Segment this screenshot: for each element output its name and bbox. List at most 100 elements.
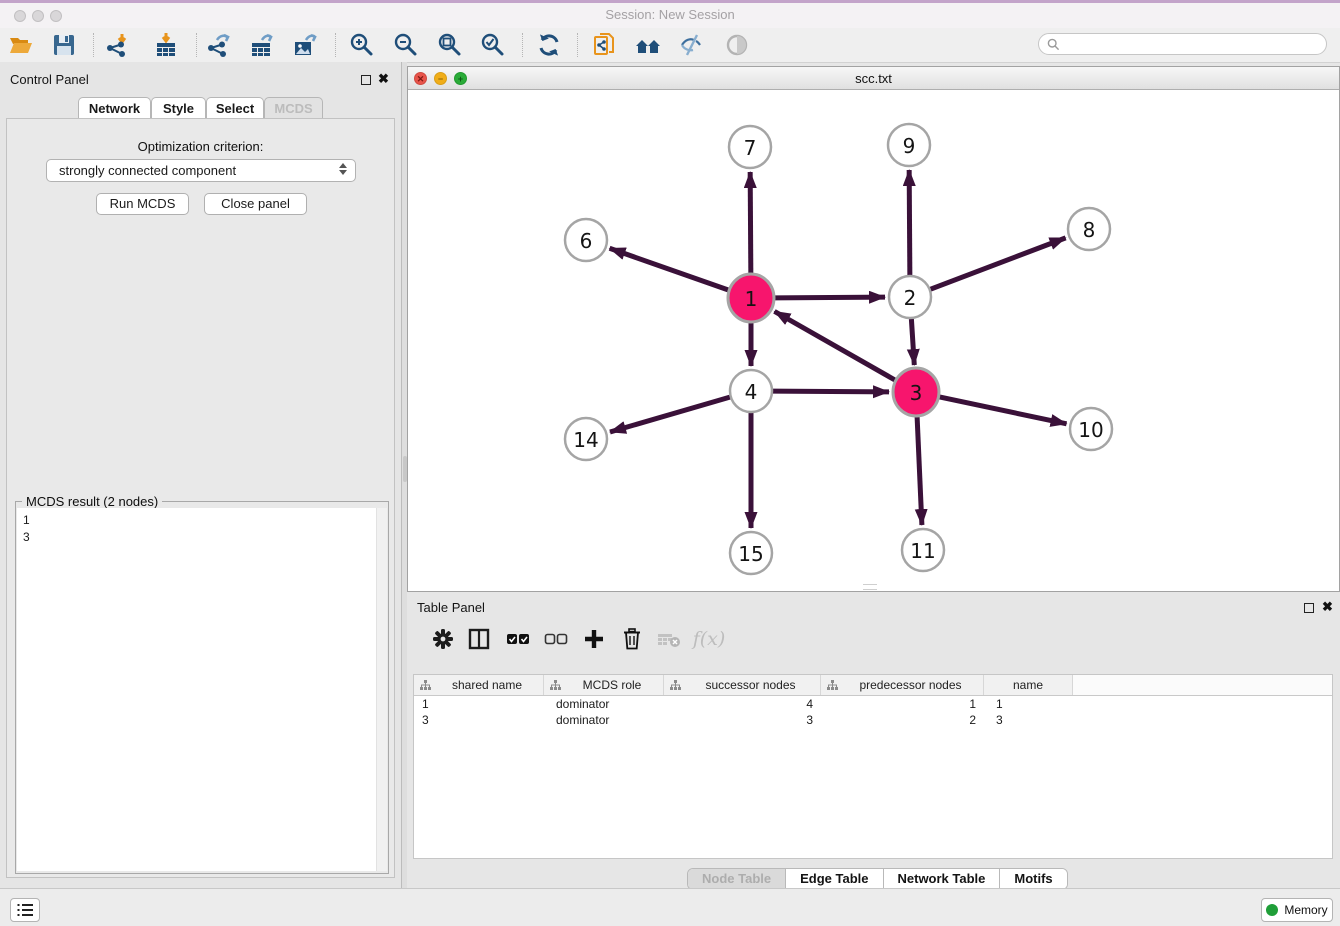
mcds-result-list[interactable]: 1 3 (17, 508, 386, 871)
titlebar-tint (0, 0, 1340, 3)
graph-edge[interactable] (750, 172, 751, 274)
graph-edge[interactable] (909, 170, 910, 275)
network-title: scc.txt (408, 71, 1339, 86)
cell-shared-name[interactable]: 1 (414, 697, 544, 711)
first-neighbors-icon[interactable] (635, 31, 663, 59)
add-column-icon[interactable] (580, 625, 608, 653)
task-history-button[interactable] (10, 898, 40, 922)
clone-network-icon[interactable] (591, 31, 619, 59)
search-icon (1047, 38, 1060, 51)
control-panel: Control Panel ✖ Network Style Select MCD… (0, 62, 401, 888)
table-panel-title: Table Panel (417, 600, 485, 615)
cell-name[interactable]: 3 (984, 713, 1073, 727)
refresh-icon[interactable] (535, 31, 563, 59)
export-image-icon[interactable] (291, 31, 319, 59)
tab-motifs[interactable]: Motifs (1000, 869, 1066, 889)
show-all-icon[interactable] (723, 31, 751, 59)
tab-select[interactable]: Select (206, 97, 264, 118)
graph-node-label: 1 (745, 287, 758, 311)
result-scrollbar[interactable] (376, 508, 387, 871)
graph-edge[interactable] (931, 238, 1066, 289)
destroy-table-icon[interactable] (655, 625, 683, 653)
close-table-panel-icon[interactable]: ✖ (1322, 601, 1333, 613)
column-header-shared-name[interactable]: shared name (414, 675, 544, 695)
chevron-up-down-icon (339, 163, 347, 175)
run-mcds-button[interactable]: Run MCDS (96, 193, 189, 215)
tree-icon (420, 680, 431, 691)
column-layout-icon[interactable] (465, 625, 493, 653)
graph-node-label: 2 (904, 286, 917, 310)
memory-label: Memory (1284, 903, 1327, 917)
result-item[interactable]: 1 (23, 512, 386, 529)
graph-edge[interactable] (773, 391, 889, 392)
main-toolbar (0, 28, 1340, 63)
control-panel-tabs: Network Style Select MCDS (0, 97, 401, 119)
save-session-icon[interactable] (50, 31, 78, 59)
cell-predecessor-nodes[interactable]: 1 (821, 697, 984, 711)
cell-mcds-role[interactable]: dominator (544, 697, 664, 711)
graph-node-label: 8 (1083, 218, 1096, 242)
column-header-name[interactable]: name (984, 675, 1073, 695)
search-input[interactable] (1038, 33, 1327, 55)
cell-mcds-role[interactable]: dominator (544, 713, 664, 727)
tab-network-table[interactable]: Network Table (884, 869, 1001, 889)
close-panel-button[interactable]: Close panel (204, 193, 307, 215)
graph-node-label: 3 (910, 381, 923, 405)
cell-predecessor-nodes[interactable]: 2 (821, 713, 984, 727)
network-graph[interactable]: 1234678910111415 (408, 90, 1339, 591)
network-window: ✕ − + scc.txt 1234678910111415 (407, 66, 1340, 592)
optimization-select[interactable]: strongly connected component (46, 159, 356, 182)
graph-edge[interactable] (775, 297, 885, 298)
memory-button[interactable]: Memory (1261, 898, 1333, 922)
network-window-titlebar[interactable]: ✕ − + scc.txt (408, 67, 1339, 90)
hide-selected-icon[interactable] (678, 31, 706, 59)
toolbar-separator (93, 33, 94, 57)
tab-edge-table[interactable]: Edge Table (786, 869, 883, 889)
cell-successor-nodes[interactable]: 3 (664, 713, 821, 727)
export-network-icon[interactable] (204, 31, 232, 59)
tab-style[interactable]: Style (151, 97, 206, 118)
zoom-out-icon[interactable] (392, 31, 420, 59)
table-tabs: Node Table Edge Table Network Table Moti… (687, 868, 1068, 890)
window-resize-grip[interactable] (863, 584, 877, 590)
tab-node-table[interactable]: Node Table (688, 869, 786, 889)
table-row[interactable]: 3 dominator 3 2 3 (414, 712, 1332, 728)
table-row[interactable]: 1 dominator 4 1 1 (414, 696, 1332, 712)
column-header-predecessor-nodes[interactable]: predecessor nodes (821, 675, 984, 695)
cell-shared-name[interactable]: 3 (414, 713, 544, 727)
graph-edge[interactable] (917, 416, 922, 525)
gear-icon[interactable] (429, 625, 457, 653)
zoom-in-icon[interactable] (348, 31, 376, 59)
graph-edge[interactable] (610, 248, 729, 290)
import-network-icon[interactable] (103, 31, 131, 59)
result-item[interactable]: 3 (23, 529, 386, 546)
select-all-rows-icon[interactable] (504, 625, 532, 653)
import-table-icon[interactable] (152, 31, 180, 59)
zoom-fit-icon[interactable] (436, 31, 464, 59)
export-table-icon[interactable] (248, 31, 276, 59)
mcds-result-title: MCDS result (2 nodes) (22, 494, 162, 509)
tab-network[interactable]: Network (78, 97, 151, 118)
toolbar-separator (522, 33, 523, 57)
graph-edge[interactable] (911, 319, 914, 365)
node-table: shared name MCDS role successor nodes pr… (413, 674, 1333, 859)
graph-edge[interactable] (774, 311, 895, 380)
column-header-successor-nodes[interactable]: successor nodes (664, 675, 821, 695)
network-canvas[interactable]: 1234678910111415 (408, 90, 1339, 591)
tab-mcds[interactable]: MCDS (264, 97, 323, 118)
float-table-panel-icon[interactable] (1304, 603, 1314, 613)
close-panel-icon[interactable]: ✖ (378, 73, 389, 85)
deselect-all-rows-icon[interactable] (542, 625, 570, 653)
graph-node-label: 4 (745, 380, 758, 404)
graph-edge[interactable] (610, 397, 730, 432)
function-builder-icon[interactable]: f(x) (691, 625, 727, 653)
tree-icon (550, 680, 561, 691)
cell-name[interactable]: 1 (984, 697, 1073, 711)
zoom-selected-icon[interactable] (479, 31, 507, 59)
float-panel-icon[interactable] (361, 75, 371, 85)
graph-edge[interactable] (939, 397, 1066, 424)
open-file-icon[interactable] (7, 31, 35, 59)
delete-column-icon[interactable] (618, 625, 646, 653)
cell-successor-nodes[interactable]: 4 (664, 697, 821, 711)
column-header-mcds-role[interactable]: MCDS role (544, 675, 664, 695)
